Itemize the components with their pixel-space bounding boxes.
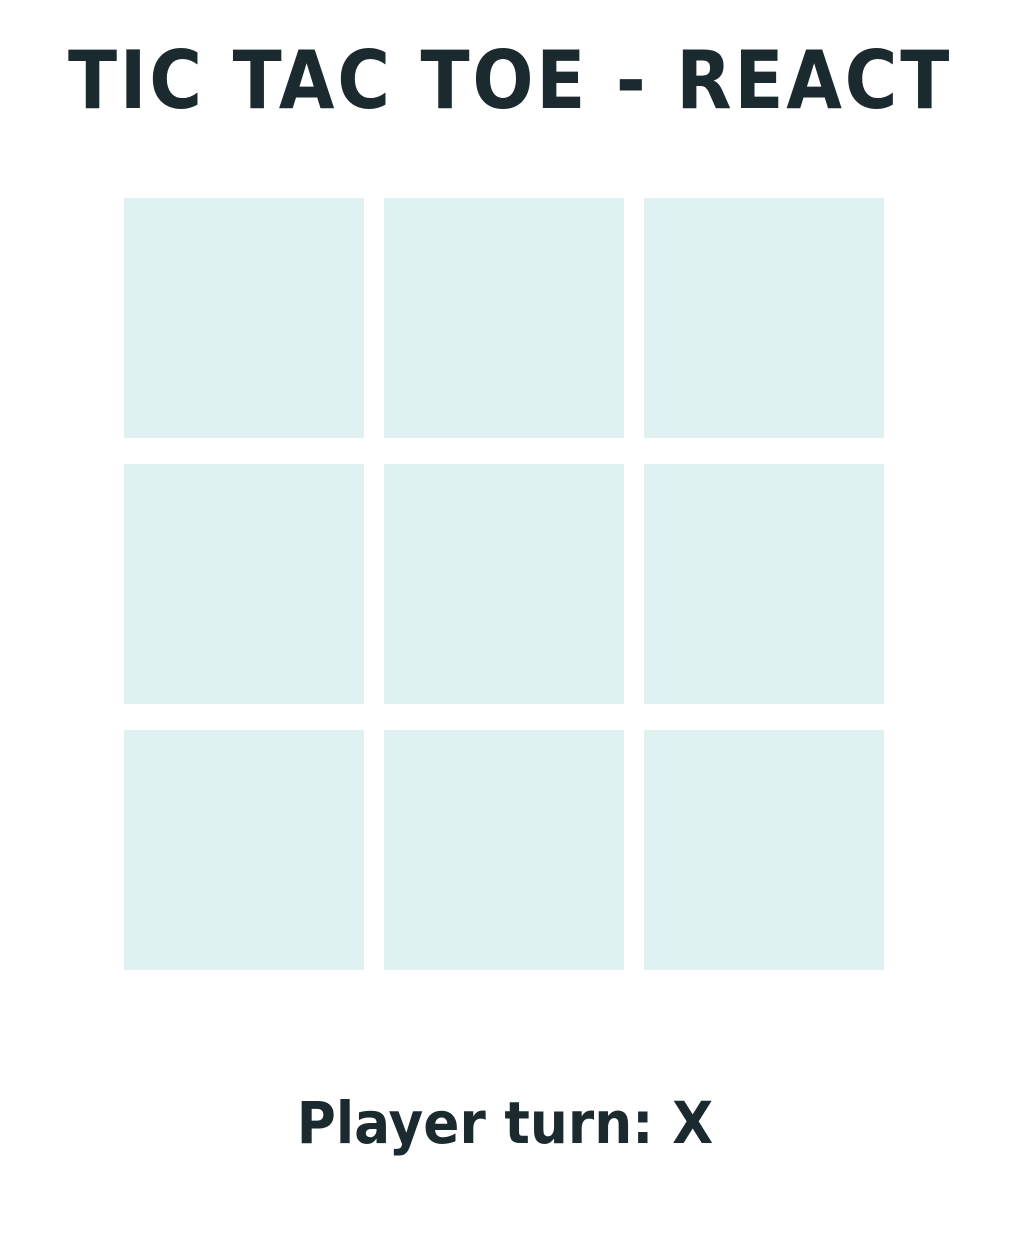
board-cell-4[interactable]: [124, 464, 364, 704]
player-turn-status: Player turn: X: [296, 1089, 714, 1157]
game-title: TIC TAC TOE - REACT: [67, 34, 953, 127]
board-cell-1[interactable]: [124, 198, 364, 438]
game-board: [124, 198, 884, 970]
board-cell-3[interactable]: [644, 198, 884, 438]
board-cell-7[interactable]: [124, 730, 364, 970]
board-cell-8[interactable]: [384, 730, 624, 970]
board-cell-6[interactable]: [644, 464, 884, 704]
board-cell-9[interactable]: [644, 730, 884, 970]
board-cell-2[interactable]: [384, 198, 624, 438]
board-cell-5[interactable]: [384, 464, 624, 704]
